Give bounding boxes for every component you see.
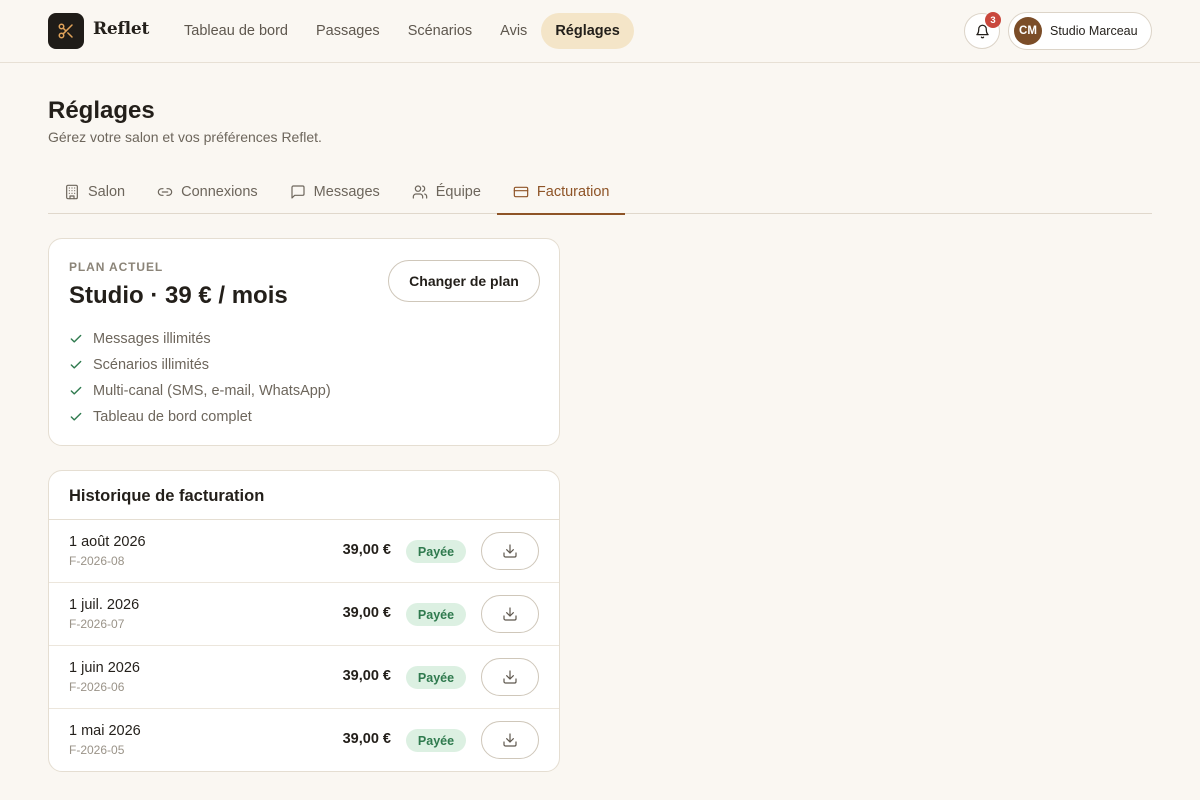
current-plan-card: PLAN ACTUEL Studio · 39 € / mois Changer… bbox=[48, 238, 560, 446]
invoice-reference: F-2026-05 bbox=[69, 743, 125, 757]
check-icon bbox=[70, 386, 82, 395]
link-icon bbox=[157, 188, 173, 196]
status-badge: Payée bbox=[406, 666, 466, 689]
nav-item-tableau-de-bord[interactable]: Tableau de bord bbox=[170, 13, 302, 49]
download-icon bbox=[503, 670, 517, 684]
page-subtitle: Gérez votre salon et vos préférences Ref… bbox=[48, 129, 322, 145]
invoice-row: 1 août 2026 F-2026-08 39,00 € Payée bbox=[49, 520, 559, 583]
tab-label: Équipe bbox=[435, 184, 481, 200]
tab-equipe[interactable]: Équipe bbox=[396, 170, 497, 214]
billing-history-title: Historique de facturation bbox=[69, 487, 265, 505]
status-badge: Payée bbox=[406, 603, 466, 626]
tab-messages[interactable]: Messages bbox=[274, 170, 396, 214]
page-title: Réglages bbox=[48, 97, 155, 124]
download-invoice-button[interactable] bbox=[481, 721, 539, 759]
download-icon bbox=[503, 544, 517, 558]
status-badge: Payée bbox=[406, 540, 466, 563]
plan-feature-text: Tableau de bord complet bbox=[93, 409, 252, 425]
invoice-amount: 39,00 € bbox=[342, 731, 391, 747]
main-nav: Tableau de bord Passages Scénarios Avis … bbox=[170, 13, 634, 49]
credit-card-icon bbox=[513, 186, 529, 198]
scissors-icon bbox=[58, 23, 73, 39]
account-menu-button[interactable]: CM Studio Marceau bbox=[1008, 12, 1152, 50]
brand-name: Reflet bbox=[93, 19, 150, 39]
tab-label: Connexions bbox=[181, 184, 258, 200]
avatar: CM bbox=[1014, 17, 1042, 45]
tab-facturation[interactable]: Facturation bbox=[496, 170, 626, 215]
tab-label: Salon bbox=[88, 184, 126, 200]
invoice-reference: F-2026-07 bbox=[69, 617, 125, 631]
billing-history-card: Historique de facturation 1 août 2026 F-… bbox=[48, 470, 560, 772]
plan-feature: Messages illimités bbox=[69, 326, 331, 352]
nav-item-scenarios[interactable]: Scénarios bbox=[394, 13, 486, 49]
download-invoice-button[interactable] bbox=[481, 658, 539, 696]
tab-connexions[interactable]: Connexions bbox=[141, 170, 274, 214]
invoice-row: 1 mai 2026 F-2026-05 39,00 € Payée bbox=[49, 709, 559, 771]
plan-title: Studio · 39 € / mois bbox=[69, 282, 288, 309]
tab-label: Messages bbox=[313, 184, 380, 200]
invoice-row: 1 juin 2026 F-2026-06 39,00 € Payée bbox=[49, 646, 559, 709]
notification-count-badge: 3 bbox=[985, 12, 1001, 28]
invoice-reference: F-2026-06 bbox=[69, 680, 125, 694]
invoice-amount: 39,00 € bbox=[342, 668, 391, 684]
tab-label: Facturation bbox=[536, 184, 610, 200]
plan-features-list: Messages illimités Scénarios illimités M… bbox=[69, 326, 331, 430]
check-icon bbox=[70, 412, 82, 421]
check-icon bbox=[70, 360, 82, 369]
invoice-row: 1 juil. 2026 F-2026-07 39,00 € Payée bbox=[49, 583, 559, 646]
top-navigation-bar: Reflet Tableau de bord Passages Scénario… bbox=[0, 0, 1200, 63]
plan-feature: Tableau de bord complet bbox=[69, 404, 331, 430]
plan-label: PLAN ACTUEL bbox=[69, 260, 164, 274]
invoice-date: 1 août 2026 bbox=[69, 534, 146, 550]
invoice-date: 1 mai 2026 bbox=[69, 723, 141, 739]
change-plan-button[interactable]: Changer de plan bbox=[388, 260, 540, 302]
invoice-reference: F-2026-08 bbox=[69, 554, 125, 568]
check-icon bbox=[70, 334, 82, 343]
download-invoice-button[interactable] bbox=[481, 532, 539, 570]
nav-item-passages[interactable]: Passages bbox=[302, 13, 394, 49]
plan-feature: Scénarios illimités bbox=[69, 352, 331, 378]
invoice-amount: 39,00 € bbox=[342, 605, 391, 621]
download-invoice-button[interactable] bbox=[481, 595, 539, 633]
building-icon bbox=[66, 184, 78, 200]
tab-salon[interactable]: Salon bbox=[48, 170, 141, 214]
account-name: Studio Marceau bbox=[1050, 24, 1138, 38]
nav-item-reglages[interactable]: Réglages bbox=[541, 13, 634, 49]
invoice-date: 1 juil. 2026 bbox=[69, 597, 140, 613]
invoice-amount: 39,00 € bbox=[342, 542, 391, 558]
plan-feature-text: Messages illimités bbox=[93, 331, 211, 347]
invoice-date: 1 juin 2026 bbox=[69, 660, 140, 676]
settings-tabs: Salon Connexions Messages Équipe Factura… bbox=[48, 170, 1152, 215]
download-icon bbox=[503, 607, 517, 621]
message-icon bbox=[291, 185, 305, 199]
status-badge: Payée bbox=[406, 729, 466, 752]
plan-feature-text: Multi-canal (SMS, e-mail, WhatsApp) bbox=[93, 383, 331, 399]
notifications-button[interactable]: 3 bbox=[964, 12, 1001, 49]
nav-item-avis[interactable]: Avis bbox=[486, 13, 541, 49]
team-icon bbox=[412, 185, 428, 199]
invoice-list: 1 août 2026 F-2026-08 39,00 € Payée 1 ju… bbox=[49, 520, 559, 771]
download-icon bbox=[503, 733, 517, 747]
reflet-logo[interactable] bbox=[48, 13, 84, 49]
plan-feature-text: Scénarios illimités bbox=[93, 357, 210, 373]
plan-feature: Multi-canal (SMS, e-mail, WhatsApp) bbox=[69, 378, 331, 404]
